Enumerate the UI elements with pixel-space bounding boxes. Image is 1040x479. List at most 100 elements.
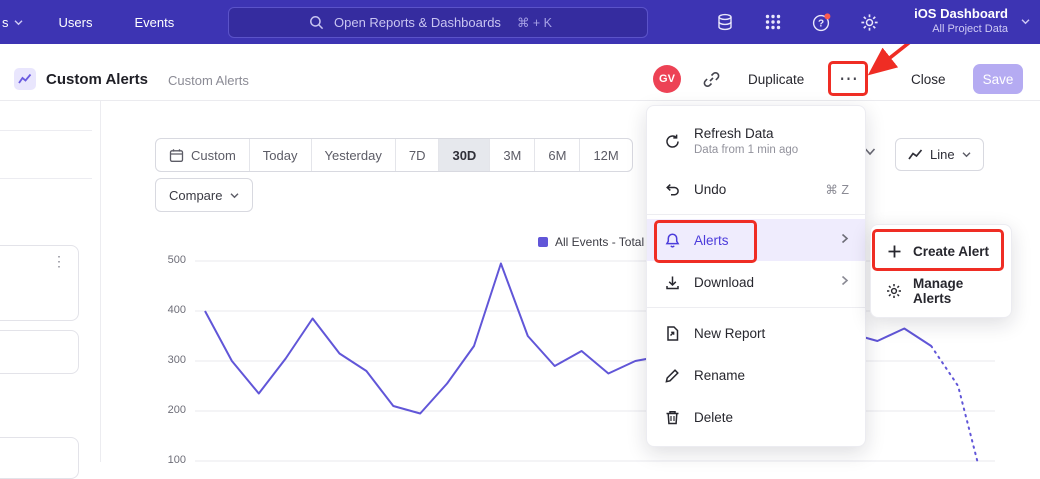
more-options-button[interactable]: ⋯ [834, 66, 864, 92]
submenu-item-create-alert[interactable]: Create Alert [871, 231, 1011, 271]
avatar[interactable]: GV [653, 65, 681, 93]
content-divider [100, 100, 101, 462]
top-navbar: s Users Events Open Reports & Dashboards… [0, 0, 1040, 44]
date-range-control: Custom Today Yesterday 7D 30D 3M 6M 12M [155, 138, 633, 172]
date-range-7d[interactable]: 7D [396, 139, 440, 171]
apps-button[interactable] [762, 11, 784, 33]
breadcrumb: Custom Alerts [168, 73, 249, 88]
new-report-icon [663, 324, 681, 342]
search-placeholder: Open Reports & Dashboards [334, 15, 501, 30]
dashboard-card[interactable] [0, 330, 79, 374]
submenu-item-label: Create Alert [913, 244, 989, 259]
menu-item-new-report[interactable]: New Report [647, 312, 865, 354]
line-chart-icon [908, 148, 923, 161]
database-icon [716, 13, 734, 31]
nav-item-label: Events [134, 15, 174, 30]
date-range-30d-selected[interactable]: 30D [439, 139, 490, 171]
date-range-label: 3M [503, 148, 521, 163]
data-management-button[interactable] [714, 11, 736, 33]
menu-item-label: Download [694, 275, 754, 290]
search-icon [309, 15, 324, 30]
dashboard-card[interactable] [0, 437, 79, 479]
y-axis-tick: 500 [168, 254, 186, 266]
undo-icon [663, 180, 681, 198]
link-icon [702, 70, 721, 89]
menu-divider [647, 307, 865, 308]
nav-item-label: s [2, 15, 9, 30]
y-axis-tick: 100 [168, 454, 186, 466]
gear-icon [860, 13, 879, 32]
submenu-arrow-icon [841, 275, 849, 289]
refresh-icon [663, 132, 681, 150]
y-axis-tick: 400 [168, 304, 186, 316]
menu-item-rename[interactable]: Rename [647, 354, 865, 396]
nav-item-boards-partial[interactable]: s [2, 15, 23, 30]
submenu-arrow-icon [841, 233, 849, 247]
pencil-icon [663, 366, 681, 384]
date-range-12m[interactable]: 12M [580, 139, 631, 171]
project-switcher[interactable]: iOS Dashboard All Project Data [914, 6, 1008, 36]
menu-item-undo[interactable]: Undo ⌘ Z [647, 168, 865, 210]
chart-type-label: Line [930, 147, 955, 162]
close-button[interactable]: Close [911, 72, 946, 87]
page-title: Custom Alerts [46, 71, 148, 88]
copy-link-button[interactable] [702, 70, 722, 90]
list-divider [0, 130, 92, 131]
nav-item-events[interactable]: Events [134, 15, 174, 30]
submenu-item-manage-alerts[interactable]: Manage Alerts [871, 271, 1011, 311]
report-options-menu: Refresh Data Data from 1 min ago Undo ⌘ … [646, 105, 866, 447]
date-range-label: Yesterday [325, 148, 382, 163]
y-axis-tick: 200 [168, 404, 186, 416]
chevron-down-icon [962, 151, 971, 158]
menu-item-alerts[interactable]: Alerts [647, 219, 865, 261]
legend-label: All Events - Total [555, 235, 644, 249]
download-icon [663, 273, 681, 291]
date-range-label: 12M [593, 148, 618, 163]
dashboard-title: iOS Dashboard [914, 6, 1008, 22]
date-range-custom[interactable]: Custom [156, 139, 250, 171]
menu-item-label: Undo [694, 182, 726, 197]
compare-label: Compare [169, 188, 222, 203]
save-button[interactable]: Save [973, 64, 1023, 94]
nav-item-users[interactable]: Users [59, 15, 93, 30]
date-range-label: Today [263, 148, 298, 163]
compare-button[interactable]: Compare [155, 178, 253, 212]
y-axis: 500400300200100 [156, 250, 186, 462]
help-button[interactable]: ? [810, 11, 832, 33]
duplicate-button[interactable]: Duplicate [748, 72, 804, 87]
card-kebab-icon[interactable]: ⋮ [52, 256, 66, 266]
date-range-3m[interactable]: 3M [490, 139, 535, 171]
global-search-button[interactable]: Open Reports & Dashboards ⌘ + K [228, 7, 648, 38]
chart-legend[interactable]: All Events - Total [538, 235, 644, 249]
nav-item-label: Users [59, 15, 93, 30]
bell-icon [663, 231, 681, 249]
menu-item-label: New Report [694, 326, 765, 341]
calendar-icon [169, 148, 184, 163]
date-range-label: 30D [452, 148, 476, 163]
top-nav-left: s Users Events [0, 0, 174, 44]
date-range-6m[interactable]: 6M [535, 139, 580, 171]
chart-type-button[interactable]: Line [895, 138, 984, 171]
report-header: Custom Alerts Custom Alerts GV Duplicate… [0, 44, 1040, 101]
alerts-submenu: Create Alert Manage Alerts [870, 224, 1012, 318]
settings-button[interactable] [858, 11, 880, 33]
chevron-down-icon [14, 19, 23, 26]
trash-icon [663, 408, 681, 426]
date-range-yesterday[interactable]: Yesterday [312, 139, 396, 171]
search-shortcut: ⌘ + K [517, 15, 552, 30]
date-range-today[interactable]: Today [250, 139, 312, 171]
menu-item-refresh-data[interactable]: Refresh Data Data from 1 min ago [647, 114, 865, 168]
menu-divider [647, 214, 865, 215]
menu-item-subtitle: Data from 1 min ago [694, 144, 798, 156]
submenu-item-label: Manage Alerts [913, 276, 997, 306]
gear-icon [885, 282, 903, 300]
apps-grid-icon [764, 13, 782, 31]
menu-item-label: Refresh Data [694, 126, 798, 141]
dashboard-card[interactable]: ⋮ [0, 245, 79, 321]
svg-text:?: ? [817, 18, 823, 29]
menu-item-label: Alerts [694, 233, 729, 248]
chevron-down-icon [1021, 18, 1030, 25]
menu-item-download[interactable]: Download [647, 261, 865, 303]
menu-item-delete[interactable]: Delete [647, 396, 865, 438]
report-type-icon [14, 68, 36, 90]
